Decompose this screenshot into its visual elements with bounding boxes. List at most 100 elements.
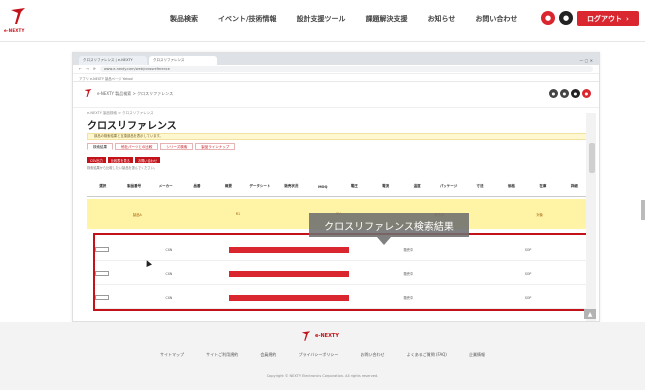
col-datasheet: データシート [249,184,271,188]
col-current: 電流 [382,184,390,188]
row-checkbox[interactable] [95,295,109,300]
action-buttons: CSV出力 比較表を見る お問い合わせ [87,157,161,163]
table-header: 選択 製品番号 メーカー 品番 概要 データシート 販売状況 MOQ 電圧 電流… [87,177,590,197]
user-icon[interactable]: ● [571,89,580,98]
callout-arrow-icon [377,237,391,245]
bell-icon[interactable]: ● [559,11,573,25]
csv-button[interactable]: CSV出力 [87,157,106,163]
footer-logo-icon [301,331,311,341]
col-maker: メーカー [158,184,173,188]
cart-icon[interactable]: ● [582,89,591,98]
footer-links: サイトマップ サイトご利用規約 会員規約 プライバシーポリシー お問い合わせ よ… [160,352,485,358]
row-checkbox[interactable] [95,271,109,276]
tab-series[interactable]: シリーズ検索 [160,143,194,150]
inner-breadcrumb: e-NEXTY 製品検索 > クロスリファレンス [97,91,174,96]
cell: SOP [524,295,532,300]
col-moq: MOQ [318,184,328,189]
col-temp: 温度 [413,184,421,188]
footer-link-privacy[interactable]: プライバシーポリシー [298,352,338,358]
footer-logo-text: e-NEXTY [315,333,339,339]
col-part-number: 製品番号 [127,184,142,188]
nav-item-contact[interactable]: お問い合わせ [475,14,517,24]
cell: CXN [165,271,173,276]
site-header: e-NEXTY 製品検索 イベント/技術情報 設計支援ツール 課題解決支援 お知… [0,0,645,42]
pdf-icon[interactable] [228,270,349,277]
scroll-thumb[interactable] [589,143,595,173]
breadcrumb: e-NEXTY 製品検索 > クロスリファレンス [87,111,154,115]
global-nav: 製品検索 イベント/技術情報 設計支援ツール 課題解決支援 お知らせ お問い合わ… [170,14,517,24]
cell: 対象 [536,212,543,217]
nav-item-tools[interactable]: 設計支援ツール [297,14,346,24]
nav-item-news[interactable]: お知らせ [428,14,456,24]
col-status: 販売状況 [284,184,299,188]
inner-site-header: e-NEXTY 製品検索 > クロスリファレンス ● ● ● ● [73,82,599,108]
table-row[interactable]: CXN 販売中 SOP [95,239,588,261]
logo-mark-icon [11,8,25,24]
user-icon[interactable]: ● [541,11,555,25]
browser-tab[interactable]: クロスリファレンス | e-NEXTY [79,56,147,65]
logout-button[interactable]: ログアウト › [577,11,639,26]
logout-label: ログアウト [587,14,623,23]
cell: 販売中 [403,272,414,276]
browser-tab-active[interactable]: クロスリファレンス [149,56,217,65]
notice-banner: 部品の検索結果と互換部品を表示しています。 [87,133,590,140]
url-input[interactable]: www.e-nexty.com/web/crossreference [99,66,593,72]
col-select: 選択 [99,184,107,188]
table-row[interactable]: CXN 販売中 SOP [95,263,588,285]
arrow-right-icon: › [626,14,629,23]
cell: CXN [165,247,173,252]
cell: 販売中 [403,296,414,300]
inquiry-button[interactable]: お問い合わせ [134,157,161,163]
copyright: Copyright © NEXTY Electronics Corporatio… [266,374,379,378]
cell: SOP [524,247,532,252]
site-logo[interactable]: e-NEXTY [2,6,36,36]
col-voltage: 電圧 [350,184,358,188]
bookmarks-bar: アプリ e-NEXTY 製品ページ Yahoo! [73,74,599,82]
header-icons: ● ● [541,11,573,25]
callout-label: クロスリファレンス検索結果 [309,213,469,237]
footer-link-contact[interactable]: お問い合わせ [361,352,385,358]
nav-item-solutions[interactable]: 課題解決支援 [366,14,408,24]
reload-icon[interactable]: ⟳ [93,67,96,71]
pdf-icon[interactable] [228,294,349,301]
logo-text: e-NEXTY [4,28,25,33]
tab-compare[interactable]: 他社パーツとの比較 [115,143,159,150]
footer-link-faq[interactable]: よくあるご質問 (FAQ) [407,352,447,358]
tab-lineup[interactable]: 製品ラインナップ [195,143,236,150]
footer-link-company[interactable]: 企業情報 [469,352,485,358]
footer-link-sitemap[interactable]: サイトマップ [160,352,184,358]
browser-tab-bar: クロスリファレンス | e-NEXTY クロスリファレンス — ▢ ✕ [73,53,599,65]
pdf-icon[interactable] [228,246,349,253]
cell: 製品A [132,212,142,217]
table-row[interactable]: CXN 販売中 SOP [95,287,588,309]
cell: CXN [165,295,173,300]
forward-icon[interactable]: → [86,67,89,71]
footer-link-terms[interactable]: サイトご利用規約 [206,352,238,358]
tab-results[interactable]: 検索結果 [87,143,113,150]
col-stock: 在庫 [539,184,547,188]
compare-button[interactable]: 比較表を見る [107,157,133,163]
subtabs: 検索結果 他社パーツとの比較 シリーズ検索 製品ラインナップ [87,143,236,150]
nav-item-events[interactable]: イベント/技術情報 [218,14,277,24]
col-package: パッケージ [439,184,458,188]
footer-logo[interactable]: e-NEXTY [300,330,339,342]
hint-text: 検索結果から比較したい製品を選んでください。 [87,166,157,170]
cell: 販売中 [403,248,414,252]
search-icon[interactable]: ● [560,89,569,98]
scroll-to-top-button[interactable]: ▲ [584,309,596,319]
address-bar: ← → ⟳ www.e-nexty.com/web/crossreference [73,65,599,74]
footer-link-member-terms[interactable]: 会員規約 [260,352,276,358]
cell: R1 [235,212,241,216]
col-size: 寸法 [476,184,484,188]
result-box: CXN 販売中 SOP CXN 販売中 SOP CXN 販売中 SOP [93,233,590,311]
back-icon[interactable]: ← [79,67,82,71]
row-checkbox[interactable] [95,247,109,252]
col-model: 品番 [193,184,201,188]
col-price: 価格 [507,184,515,188]
nav-item-products[interactable]: 製品検索 [170,14,198,24]
inner-logo-icon[interactable] [83,88,93,98]
side-tab[interactable] [641,200,645,220]
menu-icon[interactable]: ● [549,89,558,98]
window-controls-icon[interactable]: — ▢ ✕ [573,56,599,65]
inner-header-icons: ● ● ● ● [549,89,591,98]
